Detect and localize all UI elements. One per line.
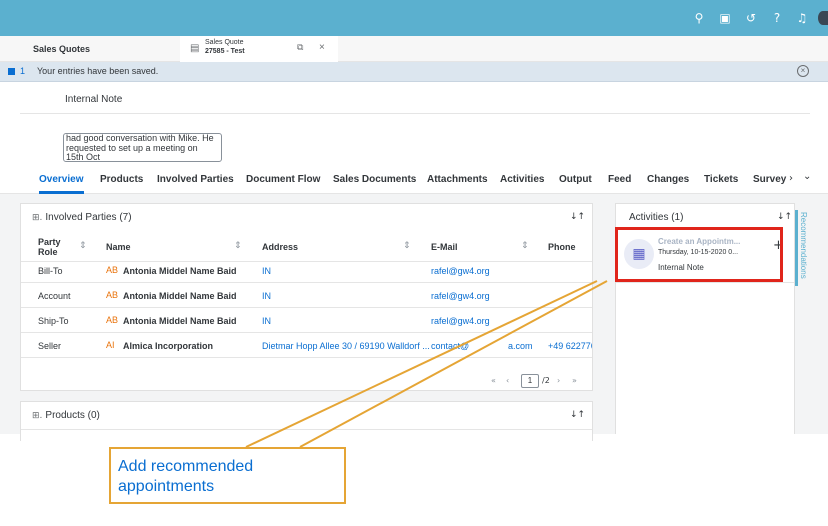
callout-line — [245, 280, 598, 448]
callout-text: Add recommended appointments — [118, 458, 254, 495]
callout-line — [299, 280, 608, 448]
annotation-callout: Add recommended appointments — [109, 447, 346, 504]
